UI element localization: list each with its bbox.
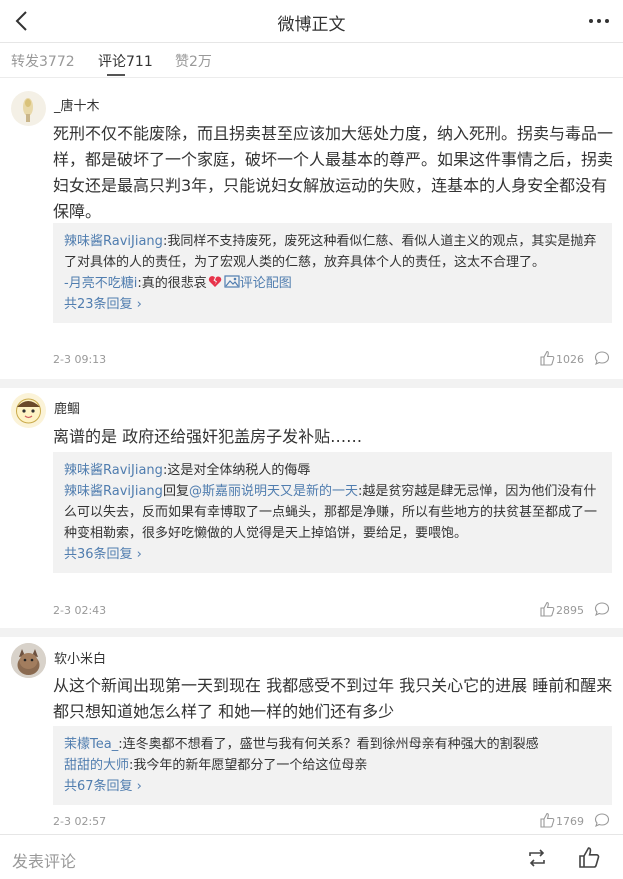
tab-bar: 转发3772 评论711 赞2万 — [0, 43, 623, 78]
comment-icon[interactable] — [594, 812, 610, 828]
like-icon[interactable] — [578, 846, 600, 868]
like-count: 1026 — [556, 353, 584, 366]
comment-item: _唐十木 死刑不仅不能废除，而且拐卖甚至应该加大惩处力度，纳入死刑。拐卖与毒品一… — [0, 79, 623, 379]
comment-time: 2-3 02:43 — [53, 604, 107, 617]
reply-author[interactable]: 辣味酱RaviJiang — [64, 484, 163, 499]
separator — [0, 628, 623, 637]
tab-comments[interactable]: 评论711 — [98, 51, 153, 71]
image-icon — [224, 275, 240, 288]
repost-icon[interactable] — [526, 847, 548, 869]
bottom-bar: 发表评论 — [0, 834, 623, 879]
like-icon[interactable] — [539, 601, 555, 617]
reply-text: :连冬奥都不想看了，盛世与我有何关系？看到徐州母亲有种强大的割裂感 — [118, 737, 539, 752]
reply-author[interactable]: 甜甜的大师 — [64, 758, 129, 773]
comment-input[interactable]: 发表评论 — [12, 848, 76, 872]
reply-text: :我今年的新年愿望都分了一个给这位母亲 — [129, 758, 368, 773]
reply-text: :真的很悲哀 — [137, 276, 207, 291]
page-title: 微博正文 — [277, 15, 346, 35]
tab-likes[interactable]: 赞2万 — [175, 51, 212, 71]
comment-text: 死刑不仅不能废除，而且拐卖甚至应该加大惩处力度，纳入死刑。拐卖与毒品一样，都是破… — [53, 124, 614, 221]
like-icon[interactable] — [539, 812, 555, 828]
top-bar: 微博正文 — [0, 0, 623, 43]
avatar[interactable] — [11, 393, 46, 428]
more-replies-link[interactable]: 共23条回复 › — [64, 294, 601, 315]
reply-item: 辣味酱RaviJiang回复@斯嘉丽说明天又是新的一天:越是贫穷越是肆无忌惮，因… — [64, 481, 601, 544]
reply-item: 辣味酱RaviJiang:这是对全体纳税人的侮辱 — [64, 460, 601, 481]
more-replies-link[interactable]: 共67条回复 › — [64, 776, 601, 797]
tab-reposts[interactable]: 转发3772 — [11, 51, 75, 71]
reply-word: 回复 — [162, 484, 189, 499]
chevron-right-icon: › — [132, 779, 142, 794]
like-count: 2895 — [556, 604, 584, 617]
username[interactable]: 软小米白 — [54, 648, 106, 667]
comment-time: 2-3 09:13 — [53, 353, 107, 366]
reply-text: :这是对全体纳税人的侮辱 — [162, 463, 311, 478]
reply-item: 甜甜的大师:我今年的新年愿望都分了一个给这位母亲 — [64, 755, 601, 776]
mention-link[interactable]: @斯嘉丽说明天又是新的一天 — [189, 484, 358, 499]
avatar[interactable] — [11, 91, 46, 126]
image-link[interactable]: 评论配图 — [240, 276, 292, 291]
reply-item: -月亮不吃糖i:真的很悲哀 评论配图 — [64, 273, 601, 294]
chevron-right-icon: › — [132, 297, 142, 312]
username[interactable]: _唐十木 — [54, 95, 100, 114]
comment-text: 离谱的是 政府还给强奸犯盖房子发补贴…… — [53, 427, 363, 446]
reply-item: 茉檬Tea_:连冬奥都不想看了，盛世与我有何关系？看到徐州母亲有种强大的割裂感 — [64, 734, 601, 755]
comment-icon[interactable] — [594, 350, 610, 366]
reply-author[interactable]: -月亮不吃糖i — [64, 276, 137, 291]
more-replies-link[interactable]: 共36条回复 › — [64, 544, 601, 565]
comment-item: 鹿鲴 离谱的是 政府还给强奸犯盖房子发补贴…… 辣味酱RaviJiang:这是对… — [0, 388, 623, 628]
reply-author[interactable]: 辣味酱RaviJiang — [64, 463, 163, 478]
reply-box[interactable]: 辣味酱RaviJiang:这是对全体纳税人的侮辱 辣味酱RaviJiang回复@… — [53, 452, 612, 573]
like-count: 1769 — [556, 815, 584, 828]
comment-item: 软小米白 从这个新闻出现第一天到现在 我都感受不到过年 我只关心它的进展 睡前和… — [0, 637, 623, 834]
avatar[interactable] — [11, 643, 46, 678]
like-icon[interactable] — [539, 350, 555, 366]
reply-box[interactable]: 茉檬Tea_:连冬奥都不想看了，盛世与我有何关系？看到徐州母亲有种强大的割裂感 … — [53, 726, 612, 805]
reply-box[interactable]: 辣味酱RaviJiang:我同样不支持废死，废死这种看似仁慈、看似人道主义的观点… — [53, 223, 612, 323]
comment-icon[interactable] — [594, 601, 610, 617]
comment-time: 2-3 02:57 — [53, 815, 107, 828]
broken-heart-icon — [208, 276, 221, 287]
active-tab-indicator — [107, 74, 125, 76]
comment-text: 从这个新闻出现第一天到现在 我都感受不到过年 我只关心它的进展 睡前和醒来都只想… — [53, 676, 613, 721]
reply-author[interactable]: 辣味酱RaviJiang — [64, 234, 163, 249]
separator — [0, 379, 623, 388]
chevron-right-icon: › — [132, 547, 142, 562]
more-dots-icon[interactable] — [587, 8, 611, 34]
reply-item: 辣味酱RaviJiang:我同样不支持废死，废死这种看似仁慈、看似人道主义的观点… — [64, 231, 601, 273]
reply-author[interactable]: 茉檬Tea_ — [64, 737, 118, 752]
username[interactable]: 鹿鲴 — [54, 398, 80, 417]
